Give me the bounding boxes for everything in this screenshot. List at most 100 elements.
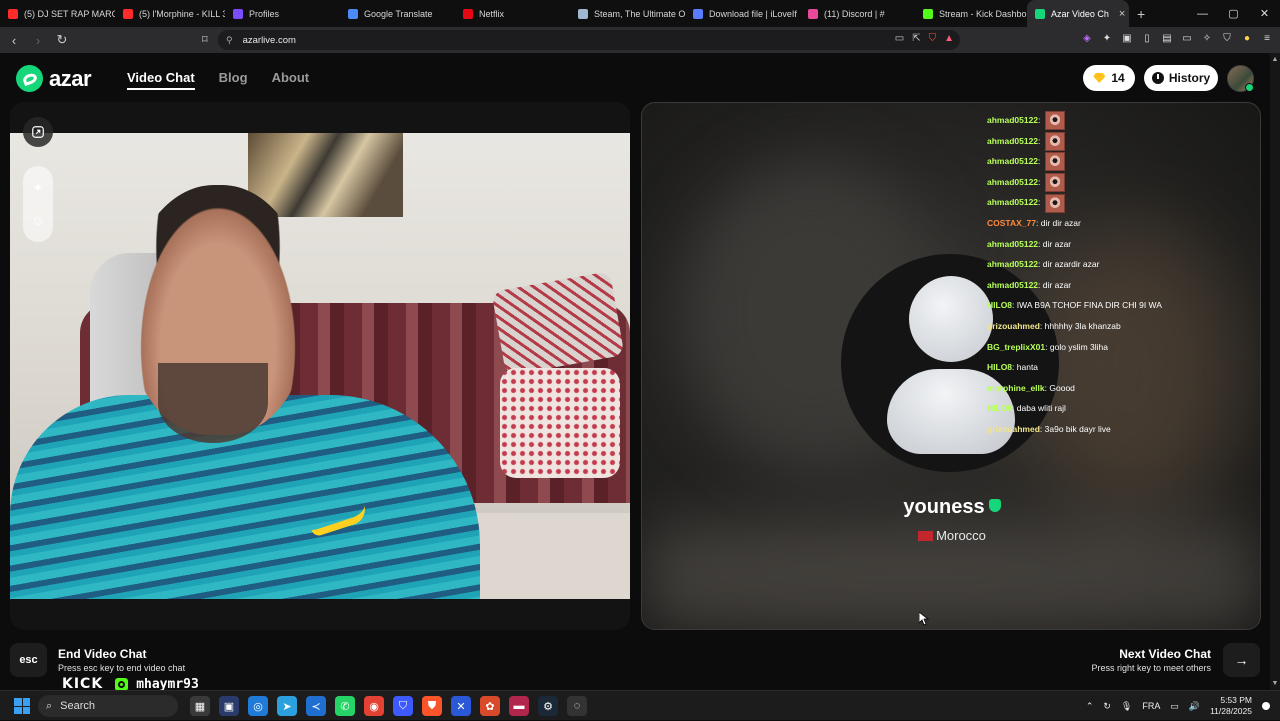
telegram-icon[interactable]: ➤ — [277, 696, 297, 716]
taskbar-search[interactable]: ⌕ Search — [38, 695, 178, 717]
tray-overflow-icon[interactable]: ⌃ — [1086, 701, 1094, 712]
sticker-icon[interactable]: ☺ — [30, 212, 46, 228]
screen-icon[interactable]: ▭ — [895, 33, 904, 44]
tab-profiles[interactable]: Profiles — [225, 0, 340, 27]
tab-youtube[interactable]: (5) DJ SET RAP MAROC — [0, 0, 115, 27]
sparkle-effects-icon[interactable]: ✦ — [30, 180, 46, 196]
remote-video-panel: youness Morocco — [641, 102, 1261, 630]
history-button[interactable]: History — [1144, 65, 1218, 91]
user-avatar[interactable] — [1227, 65, 1254, 92]
steam-taskbar-icon[interactable]: ⚙ — [538, 696, 558, 716]
close-window-button[interactable]: ✕ — [1249, 7, 1280, 20]
tab-youtube[interactable]: (5) l'Morphine - KILL 3 — [115, 0, 225, 27]
edge-icon[interactable]: ◎ — [248, 696, 268, 716]
address-bar[interactable]: ⌑ ⚲ azarlive.com ▭ ⇱ ⛉ ▲ — [202, 30, 960, 50]
back-button[interactable]: ‹ — [4, 33, 24, 48]
minimize-button[interactable]: — — [1187, 8, 1218, 20]
maximize-button[interactable]: ▢ — [1218, 7, 1249, 20]
clock[interactable]: 5:53 PM 11/28/2025 — [1210, 695, 1252, 717]
effects-toolbar: ✦ ☺ — [23, 166, 53, 242]
avatar-head — [909, 276, 993, 362]
wallet-icon[interactable]: ▭ — [1180, 31, 1194, 45]
country-text: Morocco — [936, 528, 986, 543]
leo-icon[interactable]: ✧ — [1200, 31, 1214, 45]
page-scrollbar[interactable]: ▲ ▼ — [1270, 53, 1280, 690]
nav-video-chat[interactable]: Video Chat — [127, 70, 195, 90]
nav-blog[interactable]: Blog — [219, 70, 248, 90]
tab-kick[interactable]: Stream - Kick Dashbo — [915, 0, 1027, 27]
obs-icon[interactable]: ◌ — [567, 696, 587, 716]
remote-name-text: youness — [903, 496, 985, 518]
tab-translate[interactable]: Google Translate — [340, 0, 455, 27]
person-beard — [158, 363, 268, 443]
translate-icon — [348, 8, 358, 19]
expand-button[interactable] — [23, 117, 53, 147]
end-chat-title: End Video Chat — [58, 647, 147, 661]
forward-button[interactable]: › — [28, 33, 48, 48]
menu-icon[interactable]: ≡ — [1260, 31, 1274, 45]
chat-emote-icon — [1044, 131, 1065, 151]
chrome-icon[interactable]: ◉ — [364, 696, 384, 716]
address-bar-actions: ▭ ⇱ ⛉ ▲ — [895, 33, 954, 44]
start-button[interactable] — [14, 698, 30, 714]
bookmark-icon[interactable]: ⌑ — [202, 33, 208, 46]
scroll-up-icon[interactable]: ▲ — [1270, 56, 1280, 63]
whatsapp-icon[interactable]: ✆ — [335, 696, 355, 716]
bookmarks-icon[interactable]: ▤ — [1160, 31, 1174, 45]
recorder-icon[interactable]: ▬ — [509, 696, 529, 716]
app-icon[interactable]: ▣ — [219, 696, 239, 716]
tab-steam[interactable]: Steam, The Ultimate Or — [570, 0, 685, 27]
capcut-icon[interactable]: ✕ — [451, 696, 471, 716]
notification-icon[interactable] — [1262, 702, 1270, 710]
tab-title: Steam, The Ultimate Or — [594, 8, 685, 19]
tab-azar[interactable]: Azar Video Ch × — [1027, 0, 1129, 27]
nav-about[interactable]: About — [272, 70, 310, 90]
verified-icon — [988, 499, 1001, 512]
chat-message: ahmad05122: — [987, 173, 1065, 193]
chat-separator: : — [1038, 176, 1043, 187]
vpn-icon[interactable]: ⛉ — [1220, 31, 1234, 45]
language-indicator[interactable]: FRA — [1142, 701, 1160, 711]
brave-browser-icon[interactable]: ⛊ — [422, 696, 442, 716]
extension-box-icon[interactable]: ▣ — [1120, 31, 1134, 45]
app-shield-icon[interactable]: ⛉ — [393, 696, 413, 716]
next-chat-button[interactable]: → — [1223, 643, 1260, 677]
reload-button[interactable]: ↻ — [52, 32, 72, 48]
chat-text: dir azar — [1042, 279, 1072, 290]
sidebar-icon[interactable]: ▯ — [1140, 31, 1154, 45]
pillow — [500, 368, 620, 478]
tab-heart[interactable]: Download file | iLoveIf — [685, 0, 800, 27]
azar-logo[interactable]: azar — [16, 65, 92, 92]
clock-icon — [1151, 72, 1164, 84]
new-tab-button[interactable]: + — [1137, 6, 1145, 22]
tab-netflix[interactable]: Netflix — [455, 0, 570, 27]
tab-discord[interactable]: (11) Discord | # — [800, 0, 915, 27]
profile-icon[interactable]: ● — [1240, 31, 1254, 45]
tab-title: (11) Discord | # — [824, 8, 885, 19]
url-text: azarlive.com — [242, 34, 296, 46]
volume-icon[interactable]: 🔊 — [1189, 701, 1200, 712]
vscode-icon[interactable]: ≺ — [306, 696, 326, 716]
game-app-icon[interactable]: ✿ — [480, 696, 500, 716]
sync-icon[interactable]: ↻ — [1103, 701, 1111, 712]
scroll-down-icon[interactable]: ▼ — [1270, 680, 1280, 687]
remote-user-country: Morocco — [642, 528, 1260, 543]
kick-icon — [923, 8, 933, 19]
task-view-icon[interactable]: ▦ — [190, 696, 210, 716]
microphone-icon[interactable]: 🎙 — [1121, 701, 1132, 712]
close-tab-icon[interactable]: × — [1119, 8, 1125, 20]
site-info-icon[interactable]: ⚲ — [226, 35, 233, 46]
chat-username: grizouahmed — [987, 321, 1040, 331]
share-icon[interactable]: ⇱ — [912, 33, 920, 44]
browser-toolbar: ‹ › ↻ ⌑ ⚲ azarlive.com ▭ ⇱ ⛉ ▲ ◈ ✦ ▣ ▯ ▤… — [0, 27, 1280, 53]
brave-shield-icon[interactable]: ⛉ — [929, 33, 937, 44]
display-icon[interactable]: ▭ — [1170, 701, 1179, 712]
chat-text: hanta — [1016, 362, 1039, 373]
rewards-icon[interactable]: ▲ — [944, 33, 954, 44]
end-chat-button[interactable]: esc — [10, 643, 47, 677]
wall-painting — [248, 133, 403, 217]
extensions-puzzle-icon[interactable]: ✦ — [1100, 31, 1114, 45]
gems-count: 14 — [1111, 71, 1125, 85]
extension-shield-icon[interactable]: ◈ — [1080, 31, 1094, 45]
gems-button[interactable]: 14 — [1083, 65, 1135, 91]
